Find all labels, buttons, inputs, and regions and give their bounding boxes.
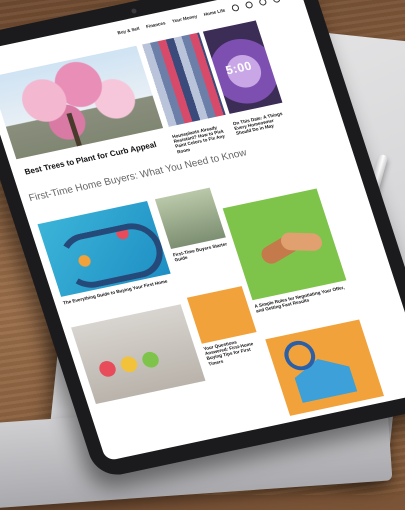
article-title-may[interactable]: On This Date: A Things Every Homeowner S… [232,110,292,137]
smiley-faces-photo[interactable] [71,304,205,404]
nav-item-your-money[interactable]: Your Money [171,14,197,24]
facebook-icon[interactable] [245,1,254,9]
couple-photo[interactable] [155,188,226,249]
twitter-icon[interactable] [258,0,267,6]
hand-right-shape [280,232,322,251]
section-title: First-Time Home Buyers: What You Need to… [28,148,249,205]
budget-illustration[interactable] [187,286,257,344]
nav-item-buy-sell[interactable]: Buy & Sell [117,26,140,35]
article-title-paint[interactable]: Houseplants Already Resistant? How to Pi… [171,122,236,154]
camera-icon [131,8,137,14]
nav-item-home-life[interactable]: Home Life [203,8,226,17]
tree-trunk [66,113,81,147]
pinterest-icon[interactable] [272,0,281,3]
search-icon[interactable] [231,4,240,12]
nav-item-finances[interactable]: Finances [145,20,166,29]
site-logo[interactable] [0,54,3,67]
